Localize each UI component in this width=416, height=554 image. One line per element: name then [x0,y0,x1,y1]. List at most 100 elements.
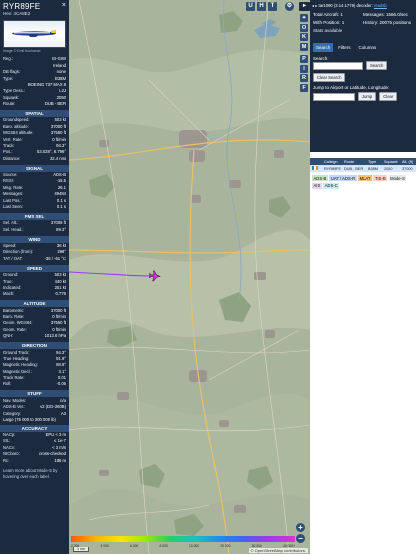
map-button-i[interactable]: I [300,64,308,73]
section-wind: WIND [0,235,69,243]
jump-button[interactable]: Jump [358,92,377,101]
legend-badge[interactable]: MLAT [358,175,372,181]
info-label[interactable]: Baro. Rate: [3,314,24,320]
search-input[interactable] [313,61,363,70]
map-view[interactable]: U H T ⚙ ▸ ⌖ O K M P I R F + − 2 000 4 00… [69,0,310,554]
map-button-k[interactable]: K [300,33,308,41]
tab-filters[interactable]: Filters [335,43,354,52]
info-label[interactable]: Track Rate: [3,375,25,381]
legend-badge[interactable]: UAT / ADS-R [329,175,357,181]
legend-badge[interactable]: ADS-C [323,182,340,189]
collapse-sidebar-icon[interactable]: ▸ [299,2,310,11]
column-type[interactable]: Type [366,160,382,164]
info-label[interactable]: Pos.: [3,149,13,155]
info-label[interactable]: DB flags: [3,69,20,75]
column-squawk[interactable]: Squawk [382,160,400,164]
stats-link[interactable]: Stats available [313,28,363,33]
info-label[interactable]: Track: [3,143,14,149]
info-label[interactable]: Distance: [3,156,20,162]
stat-history: History: 20075 positions [363,20,412,25]
info-label[interactable]: QNH: [3,333,13,339]
gear-icon[interactable]: ⚙ [285,2,294,11]
aircraft-photo[interactable] [3,20,66,48]
map-canvas[interactable] [69,0,310,554]
stuff-section: Nav. Modes: n/a ADS-B Ver.: v2 (DO-260B) Cat… [0,397,69,416]
map-attribution[interactable]: © OpenStreetMap contributors. [248,548,308,553]
info-label[interactable]: ADS-B Ver.: [3,404,25,410]
legend-badge[interactable]: ADS-B [312,175,328,181]
info-label[interactable]: Mach: [3,291,14,297]
info-label[interactable]: Squawk: [3,95,19,101]
info-label[interactable]: WGS84 altitude: [3,130,34,136]
column-route[interactable]: Route [342,160,366,164]
map-button-t[interactable]: T [268,2,277,11]
info-label[interactable]: Magnetic Decl.: [3,369,32,375]
map-button-p[interactable]: P [300,55,308,63]
ireland-flag-icon [312,166,318,170]
zoom-out-button[interactable]: − [296,534,305,543]
map-button-u[interactable]: U [246,2,255,11]
info-label[interactable]: NICbaro: [3,451,20,457]
search-button[interactable]: Search [366,61,388,70]
info-label[interactable]: Geom. WGS84: [3,320,33,326]
table-row[interactable]: RYR89FE DUB - BER B38M 2050 37000 [310,165,416,172]
info-label[interactable]: SIL: [3,438,10,444]
info-label[interactable]: Type Desc.: [3,88,25,94]
tab-search[interactable]: Search [313,43,334,52]
info-label[interactable]: Barometric: [3,308,24,314]
info-label[interactable]: Last Seen: [3,204,23,210]
info-label[interactable]: Vert. Rate: [3,137,23,143]
info-row: Distance: 32.4 nmi [0,155,69,161]
info-label[interactable]: Indicated: [3,285,21,291]
map-button-o[interactable]: O [300,23,308,32]
info-label[interactable]: Category: [3,411,21,417]
info-label[interactable]: True: [3,279,13,285]
legend-badge[interactable]: AIS [312,182,322,189]
info-label[interactable]: Reg.: [3,56,13,62]
info-label[interactable]: Direction (from): [3,249,33,255]
info-label[interactable]: Ground Track: [3,350,30,356]
close-icon[interactable]: × [62,2,66,9]
map-button-f[interactable]: F [300,83,308,92]
jump-input[interactable] [313,92,355,101]
info-label[interactable]: Geom. Rate: [3,327,27,333]
column-callsign[interactable]: Callsign [322,160,342,164]
info-label[interactable]: True Heading: [3,356,29,362]
info-label[interactable]: Rc: [3,458,9,464]
map-scale-bar: 1 nm [73,547,89,552]
info-label[interactable]: Magnetic Heading: [3,362,38,368]
decoder-link[interactable]: readsb [374,3,387,8]
info-label[interactable]: Messages: [3,191,23,197]
clear-button[interactable]: Clear [379,92,398,101]
info-label[interactable]: Route: [3,101,15,107]
map-button-h[interactable]: H [257,2,266,11]
info-label[interactable]: Sel. Alt.: [3,220,18,226]
column-altitude[interactable]: Alt. (ft) [400,160,415,164]
info-label[interactable]: NACv: [3,445,15,451]
info-value: cross-checked [39,451,66,457]
clear-search-button[interactable]: Clear Search [313,73,346,82]
map-button-r[interactable]: R [300,74,308,82]
info-label[interactable]: Source: [3,172,17,178]
info-label[interactable]: NACp: [3,432,15,438]
info-label[interactable]: TAT / OAT: [3,256,23,262]
info-label[interactable]: Groundspeed: [3,117,30,123]
legend-badge[interactable]: Mode-S [388,175,407,181]
legend-badge[interactable]: TIS-B [373,175,388,181]
info-label[interactable]: Speed: [3,243,16,249]
info-label[interactable]: Baro. altitude: [3,124,29,130]
info-label[interactable]: Nav. Modes: [3,398,26,404]
info-label[interactable]: Type: [3,76,13,82]
zoom-in-button[interactable]: + [296,523,305,532]
info-label[interactable]: Last Pos.: [3,198,22,204]
info-label[interactable]: Sel. Head.: [3,227,24,233]
map-button-m[interactable]: M [300,42,308,51]
info-label[interactable]: RSSI: [3,178,14,184]
map-layers-icon[interactable]: ⌖ [300,14,308,22]
info-label[interactable]: Roll: [3,381,11,387]
info-row: TAT / OAT: -36 / -61 °C [0,255,69,261]
altitude-color-legend [71,536,295,542]
info-label[interactable]: Ground: [3,272,18,278]
info-label[interactable]: Msg. Rate: [3,185,23,191]
tab-columns[interactable]: Columns [355,43,380,52]
